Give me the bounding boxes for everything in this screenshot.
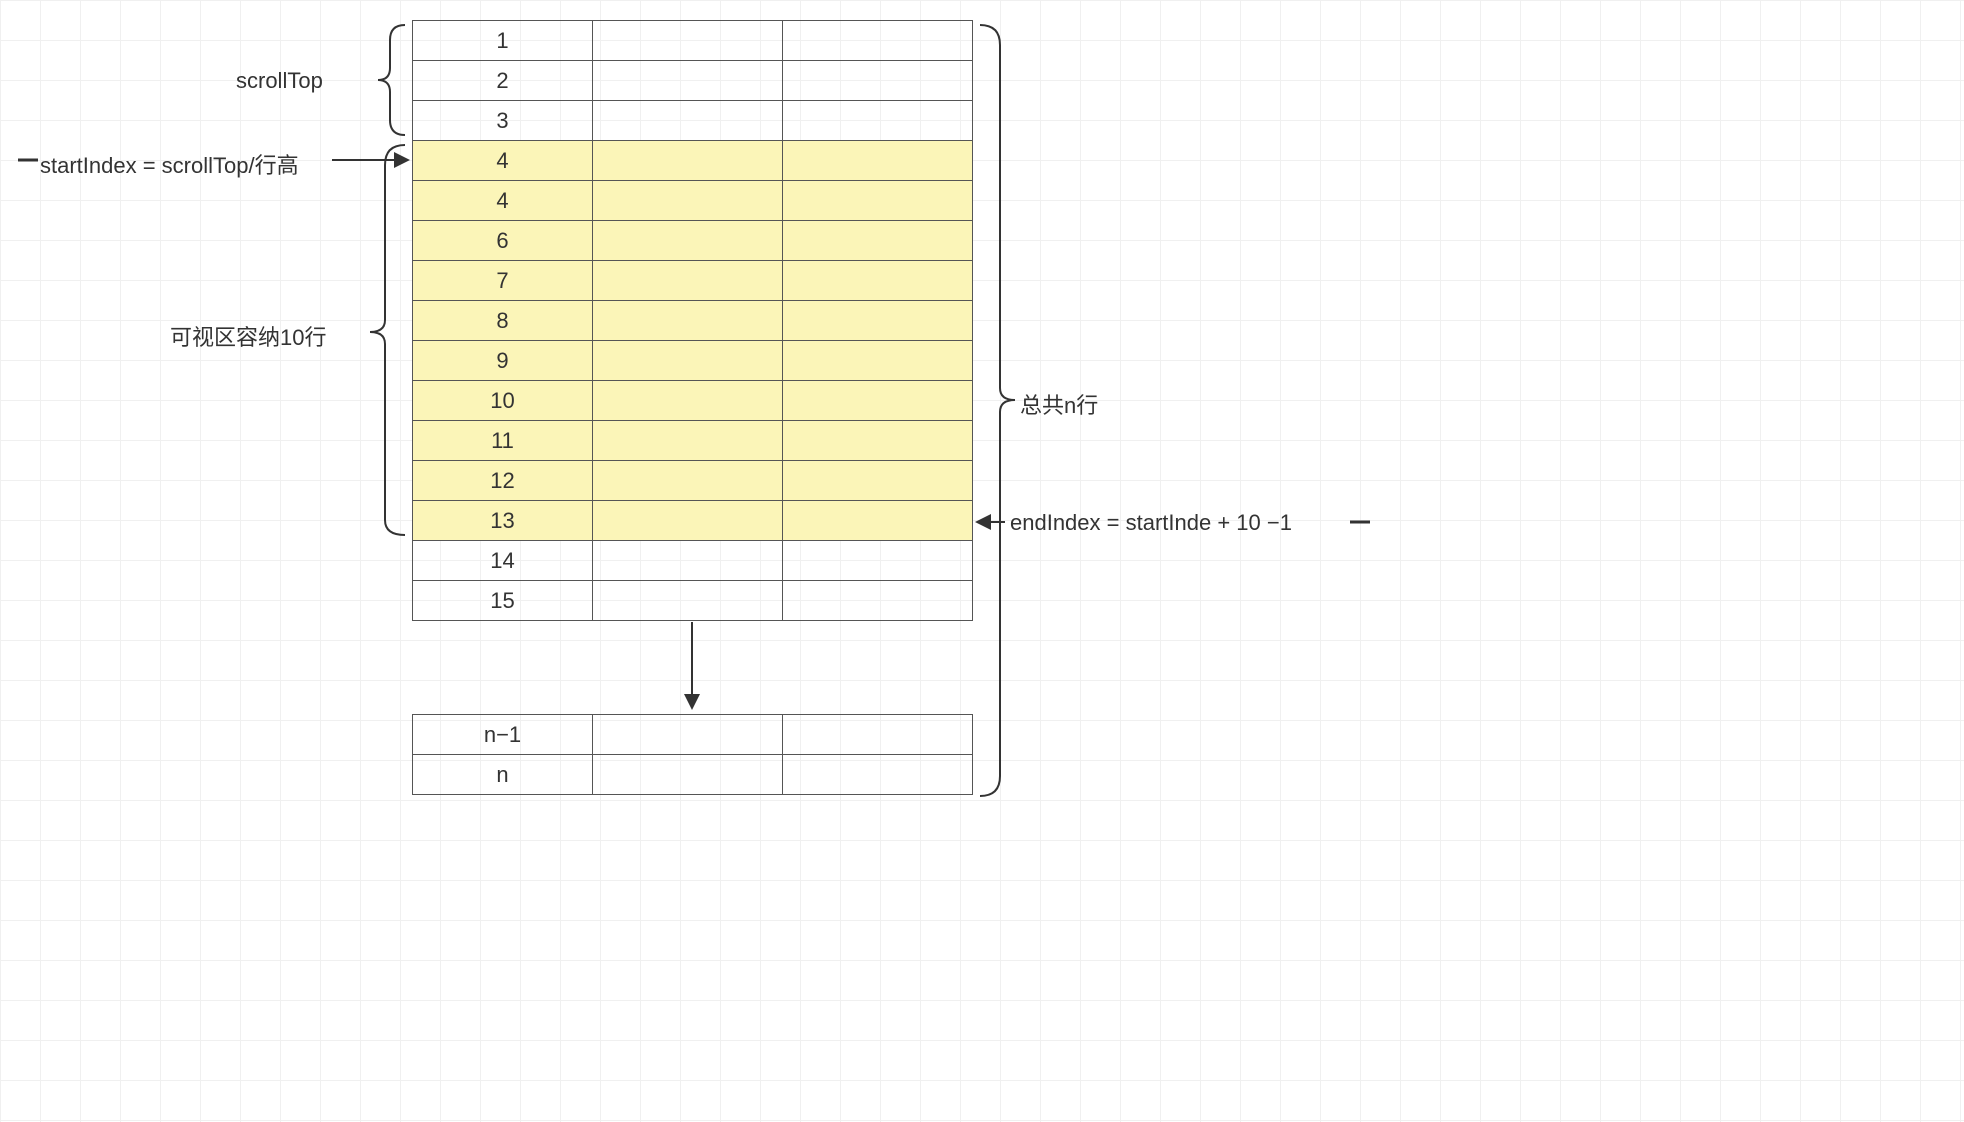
table-row: 2: [413, 61, 973, 101]
brace-visible: [370, 145, 405, 535]
row-cell: [593, 181, 783, 221]
table-row: 4: [413, 141, 973, 181]
row-number: 6: [413, 221, 593, 261]
row-number: 4: [413, 141, 593, 181]
row-cell: [783, 261, 973, 301]
table-row: 6: [413, 221, 973, 261]
row-cell: [783, 381, 973, 421]
table-row: 1: [413, 21, 973, 61]
table-row: 14: [413, 541, 973, 581]
row-cell: [783, 715, 973, 755]
table-row: 8: [413, 301, 973, 341]
row-cell: [783, 501, 973, 541]
label-visible: 可视区容纳10行: [170, 320, 326, 352]
row-cell: [593, 141, 783, 181]
row-number: 1: [413, 21, 593, 61]
row-number: 9: [413, 341, 593, 381]
row-cell: [783, 341, 973, 381]
row-number: 10: [413, 381, 593, 421]
row-cell: [593, 755, 783, 795]
row-cell: [593, 101, 783, 141]
row-cell: [783, 221, 973, 261]
footer-table: n−1n: [412, 714, 973, 795]
row-cell: [783, 181, 973, 221]
label-endindex: endIndex = startInde + 10 −1: [1010, 510, 1292, 536]
row-number: 11: [413, 421, 593, 461]
row-cell: [593, 21, 783, 61]
row-number: 3: [413, 101, 593, 141]
row-number: 13: [413, 501, 593, 541]
brace-total: [980, 25, 1015, 796]
table-row: n−1: [413, 715, 973, 755]
arrow-startindex: [332, 152, 410, 168]
row-cell: [593, 381, 783, 421]
row-number: 2: [413, 61, 593, 101]
table-row: 15: [413, 581, 973, 621]
row-cell: [593, 501, 783, 541]
row-number: n: [413, 755, 593, 795]
label-totalrows: 总共n行: [1020, 388, 1098, 420]
row-cell: [783, 61, 973, 101]
row-cell: [593, 715, 783, 755]
row-cell: [783, 755, 973, 795]
arrow-continuation: [684, 622, 700, 710]
table-row: 13: [413, 501, 973, 541]
row-cell: [783, 581, 973, 621]
row-cell: [593, 541, 783, 581]
label-scrolltop: scrollTop: [236, 68, 323, 94]
table-row: 3: [413, 101, 973, 141]
row-cell: [593, 221, 783, 261]
table-row: 7: [413, 261, 973, 301]
row-number: 14: [413, 541, 593, 581]
main-table: 123446789101112131415: [412, 20, 973, 621]
row-number: 15: [413, 581, 593, 621]
row-cell: [783, 541, 973, 581]
row-cell: [593, 341, 783, 381]
label-startindex: startIndex = scrollTop/行高: [40, 148, 299, 180]
row-cell: [783, 421, 973, 461]
row-cell: [783, 461, 973, 501]
row-cell: [593, 581, 783, 621]
table-row: n: [413, 755, 973, 795]
arrow-endindex: [975, 514, 1005, 530]
table-row: 11: [413, 421, 973, 461]
row-cell: [783, 141, 973, 181]
row-cell: [783, 301, 973, 341]
row-cell: [593, 461, 783, 501]
table-row: 4: [413, 181, 973, 221]
table-row: 9: [413, 341, 973, 381]
row-cell: [783, 101, 973, 141]
brace-scrolltop: [378, 25, 405, 135]
table-row: 12: [413, 461, 973, 501]
row-cell: [593, 61, 783, 101]
row-cell: [593, 301, 783, 341]
row-number: 12: [413, 461, 593, 501]
row-cell: [783, 21, 973, 61]
row-cell: [593, 261, 783, 301]
row-number: 8: [413, 301, 593, 341]
row-number: n−1: [413, 715, 593, 755]
row-cell: [593, 421, 783, 461]
table-row: 10: [413, 381, 973, 421]
row-number: 4: [413, 181, 593, 221]
row-number: 7: [413, 261, 593, 301]
